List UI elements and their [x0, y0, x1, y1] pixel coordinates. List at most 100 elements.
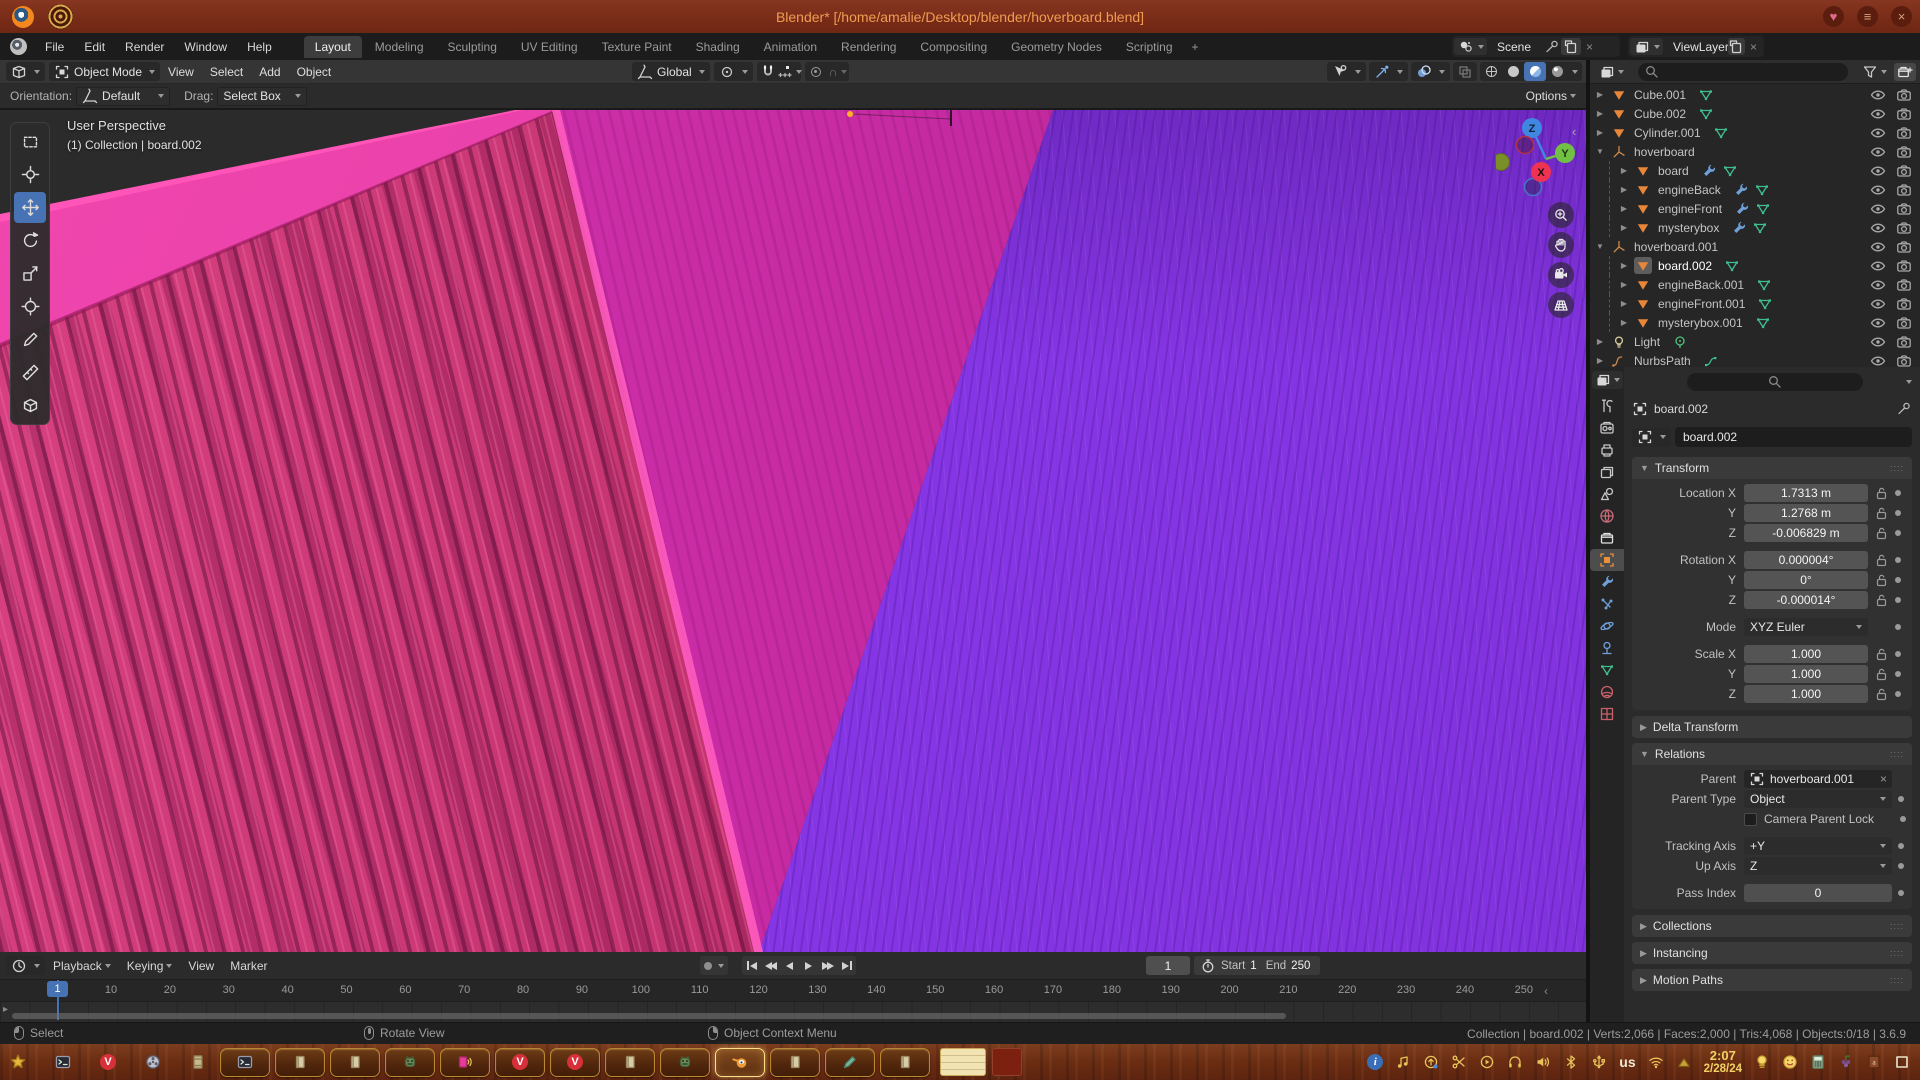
animate-dot[interactable]: [1898, 890, 1904, 896]
sidebar-collapse-arrow[interactable]: ‹: [1572, 124, 1576, 139]
tool-add-cube-button[interactable]: [14, 390, 46, 421]
zoom-button[interactable]: [1548, 202, 1574, 228]
tab-uv-editing[interactable]: UV Editing: [510, 36, 589, 58]
desktop-corner-widget[interactable]: [992, 1048, 1022, 1076]
tray-show-desktop-icon[interactable]: [1894, 1054, 1910, 1070]
menu-help[interactable]: Help: [237, 36, 282, 58]
hide-eye-icon[interactable]: [1870, 163, 1886, 179]
disable-render-camera-icon[interactable]: [1896, 87, 1912, 103]
properties-tab-data[interactable]: [1590, 659, 1624, 681]
tray-info-icon[interactable]: i: [1367, 1054, 1383, 1070]
timeline-menu-keying[interactable]: Keying: [119, 959, 181, 973]
taskbar-button-file[interactable]: [330, 1048, 380, 1077]
parent-type-dropdown[interactable]: Object: [1744, 790, 1892, 808]
animate-dot[interactable]: [1900, 816, 1906, 822]
hide-eye-icon[interactable]: [1870, 125, 1886, 141]
tab-rendering[interactable]: Rendering: [830, 36, 907, 58]
taskbar-button-file[interactable]: [770, 1048, 820, 1077]
stopwatch-icon[interactable]: [1200, 958, 1216, 974]
timeline-menu-view[interactable]: View: [180, 959, 222, 973]
play-reverse-button[interactable]: [780, 956, 799, 975]
outliner-display-mode-button[interactable]: [1594, 63, 1628, 81]
taskbar-button-vivaldi[interactable]: V: [495, 1048, 545, 1077]
current-frame-field[interactable]: 1: [1146, 956, 1190, 975]
taskbar-button-audiobook[interactable]: [440, 1048, 490, 1077]
disclosure-collapsed-icon[interactable]: ▶: [1618, 261, 1630, 270]
menu-file[interactable]: File: [35, 36, 74, 58]
properties-tab-particles[interactable]: [1590, 593, 1624, 615]
motion-paths-panel-header[interactable]: ▶Motion Paths::::: [1632, 969, 1912, 991]
disclosure-collapsed-icon[interactable]: ▶: [1594, 337, 1606, 346]
overlays-dropdown[interactable]: [1411, 62, 1450, 81]
properties-tab-object[interactable]: [1590, 549, 1624, 571]
shading-rendered-button[interactable]: [1546, 62, 1568, 81]
disclosure-collapsed-icon[interactable]: ▶: [1594, 128, 1606, 137]
launcher-vivaldi-icon[interactable]: V: [100, 1054, 116, 1070]
properties-tab-physics[interactable]: [1590, 615, 1624, 637]
view-layer-name[interactable]: ViewLayer: [1667, 40, 1728, 54]
launcher-terminal-icon[interactable]: [55, 1054, 71, 1070]
hide-eye-icon[interactable]: [1870, 239, 1886, 255]
viewport-canvas[interactable]: User Perspective (1) Collection | board.…: [0, 110, 1586, 952]
properties-options-dropdown[interactable]: [1906, 380, 1912, 384]
drag-mode-dropdown[interactable]: Select Box: [217, 87, 306, 106]
snap-settings-dropdown[interactable]: [779, 62, 801, 81]
lock-icon[interactable]: [1873, 668, 1889, 681]
tool-annotate-button[interactable]: [14, 324, 46, 355]
add-workspace-button[interactable]: +: [1184, 36, 1207, 58]
taskbar-button-file[interactable]: [605, 1048, 655, 1077]
tray-headset-icon[interactable]: [1507, 1054, 1523, 1070]
rotation-mode-dropdown[interactable]: XYZ Euler: [1744, 618, 1868, 636]
outliner-row-enginefront[interactable]: ▶engineFront: [1590, 199, 1920, 218]
menu-edit[interactable]: Edit: [74, 36, 115, 58]
visibility-dropdown[interactable]: [1327, 62, 1366, 81]
animate-dot[interactable]: [1895, 671, 1901, 677]
location-value-field[interactable]: 1.2768 m: [1744, 504, 1868, 522]
properties-tab-texture[interactable]: [1590, 703, 1624, 725]
tray-scissors-icon[interactable]: [1451, 1054, 1467, 1070]
window-close-icon[interactable]: ×: [1891, 6, 1912, 27]
hide-eye-icon[interactable]: [1870, 334, 1886, 350]
launcher-menu-star-icon[interactable]: [10, 1054, 26, 1070]
disclosure-collapsed-icon[interactable]: ▶: [1618, 299, 1630, 308]
tab-modeling[interactable]: Modeling: [364, 36, 435, 58]
disable-render-camera-icon[interactable]: [1896, 163, 1912, 179]
disclosure-collapsed-icon[interactable]: ▶: [1618, 280, 1630, 289]
properties-search-input[interactable]: [1687, 373, 1863, 391]
tray-calculator-icon[interactable]: [1810, 1054, 1826, 1070]
animate-dot[interactable]: [1895, 651, 1901, 657]
properties-tab-constraints[interactable]: [1590, 637, 1624, 659]
disclosure-expanded-icon[interactable]: ▼: [1594, 242, 1606, 251]
delta-transform-panel-header[interactable]: ▶Delta Transform: [1632, 716, 1912, 738]
animate-dot[interactable]: [1895, 597, 1901, 603]
hide-eye-icon[interactable]: [1870, 258, 1886, 274]
camera-view-button[interactable]: [1548, 262, 1574, 288]
tab-sculpting[interactable]: Sculpting: [437, 36, 508, 58]
launcher-package-icon[interactable]: [190, 1054, 206, 1070]
proportional-falloff-dropdown[interactable]: ∩: [827, 62, 849, 81]
viewport-menu-add[interactable]: Add: [251, 65, 288, 79]
tray-update-icon[interactable]: [1423, 1054, 1439, 1070]
disable-render-camera-icon[interactable]: [1896, 201, 1912, 217]
animate-dot[interactable]: [1898, 843, 1904, 849]
tool-transform-button[interactable]: [14, 291, 46, 322]
disable-render-camera-icon[interactable]: [1896, 258, 1912, 274]
disable-render-camera-icon[interactable]: [1896, 144, 1912, 160]
outliner-row-cylinder-001[interactable]: ▶Cylinder.001: [1590, 123, 1920, 142]
jump-to-end-button[interactable]: [837, 956, 856, 975]
tracking-axis-dropdown[interactable]: +Y: [1744, 837, 1892, 855]
disable-render-camera-icon[interactable]: [1896, 239, 1912, 255]
outliner-row-board[interactable]: ▶board: [1590, 161, 1920, 180]
lock-icon[interactable]: [1873, 574, 1889, 587]
hide-eye-icon[interactable]: [1870, 315, 1886, 331]
lock-icon[interactable]: [1873, 688, 1889, 701]
end-frame-field[interactable]: 250: [1291, 960, 1310, 972]
properties-tab-material[interactable]: [1590, 681, 1624, 703]
disable-render-camera-icon[interactable]: [1896, 315, 1912, 331]
clock-widget[interactable]: 2:072/28/24: [1704, 1049, 1742, 1076]
disclosure-collapsed-icon[interactable]: ▶: [1594, 356, 1606, 365]
up-axis-dropdown[interactable]: Z: [1744, 857, 1892, 875]
tray-dictionary-icon[interactable]: a: [1866, 1054, 1882, 1070]
taskbar-button-pen[interactable]: [825, 1048, 875, 1077]
xray-toggle[interactable]: [1453, 62, 1477, 81]
